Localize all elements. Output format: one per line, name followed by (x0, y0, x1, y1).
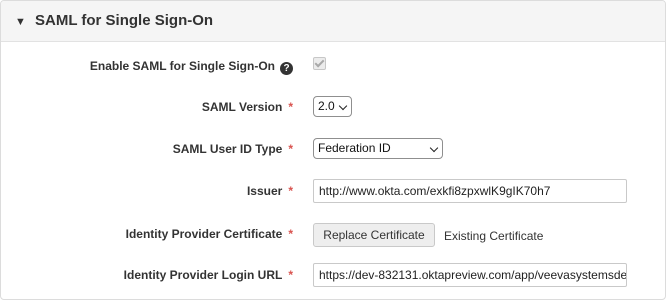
user-id-type-label-text: SAML User ID Type (172, 142, 283, 156)
saml-version-label: SAML Version * (202, 99, 293, 115)
required-marker: * (288, 100, 293, 114)
user-id-type-label: SAML User ID Type * (173, 141, 293, 157)
existing-certificate-text: Existing Certificate (444, 229, 544, 243)
issuer-label-text: Issuer (246, 184, 283, 198)
chevron-down-icon (429, 143, 439, 153)
required-marker: * (288, 268, 293, 282)
saml-sso-panel: ▼ SAML for Single Sign-On Enable SAML fo… (0, 0, 666, 300)
panel-header[interactable]: ▼ SAML for Single Sign-On (1, 1, 665, 42)
idp-certificate-label-text: Identity Provider Certificate (125, 227, 283, 241)
idp-login-url-label-text: Identity Provider Login URL (123, 268, 283, 282)
enable-saml-checkbox[interactable] (313, 57, 326, 70)
idp-login-url-input[interactable]: https://dev-832131.oktapreview.com/app/v… (313, 263, 627, 287)
panel-title: SAML for Single Sign-On (35, 12, 214, 29)
required-marker: * (288, 227, 293, 241)
saml-version-value: 2.0 (318, 99, 335, 113)
replace-certificate-button[interactable]: Replace Certificate (313, 223, 435, 247)
issuer-label: Issuer * (247, 183, 293, 199)
required-marker: * (288, 142, 293, 156)
user-id-type-value: Federation ID (318, 141, 391, 155)
idp-certificate-label: Identity Provider Certificate * (126, 226, 293, 242)
enable-saml-label-text: Enable SAML for Single Sign-On (89, 59, 275, 73)
enable-saml-label: Enable SAML for Single Sign-On? (90, 58, 293, 75)
saml-version-label-text: SAML Version (201, 100, 283, 114)
saml-version-select[interactable]: 2.0 (313, 96, 352, 117)
required-marker: * (288, 184, 293, 198)
question-circle-icon[interactable]: ? (280, 62, 293, 75)
idp-login-url-label: Identity Provider Login URL * (124, 267, 293, 283)
collapse-caret-icon[interactable]: ▼ (15, 15, 26, 29)
chevron-down-icon (338, 101, 348, 111)
issuer-input[interactable]: http://www.okta.com/exkfi8zpxwlK9gIK70h7 (313, 179, 627, 203)
user-id-type-select[interactable]: Federation ID (313, 138, 443, 159)
